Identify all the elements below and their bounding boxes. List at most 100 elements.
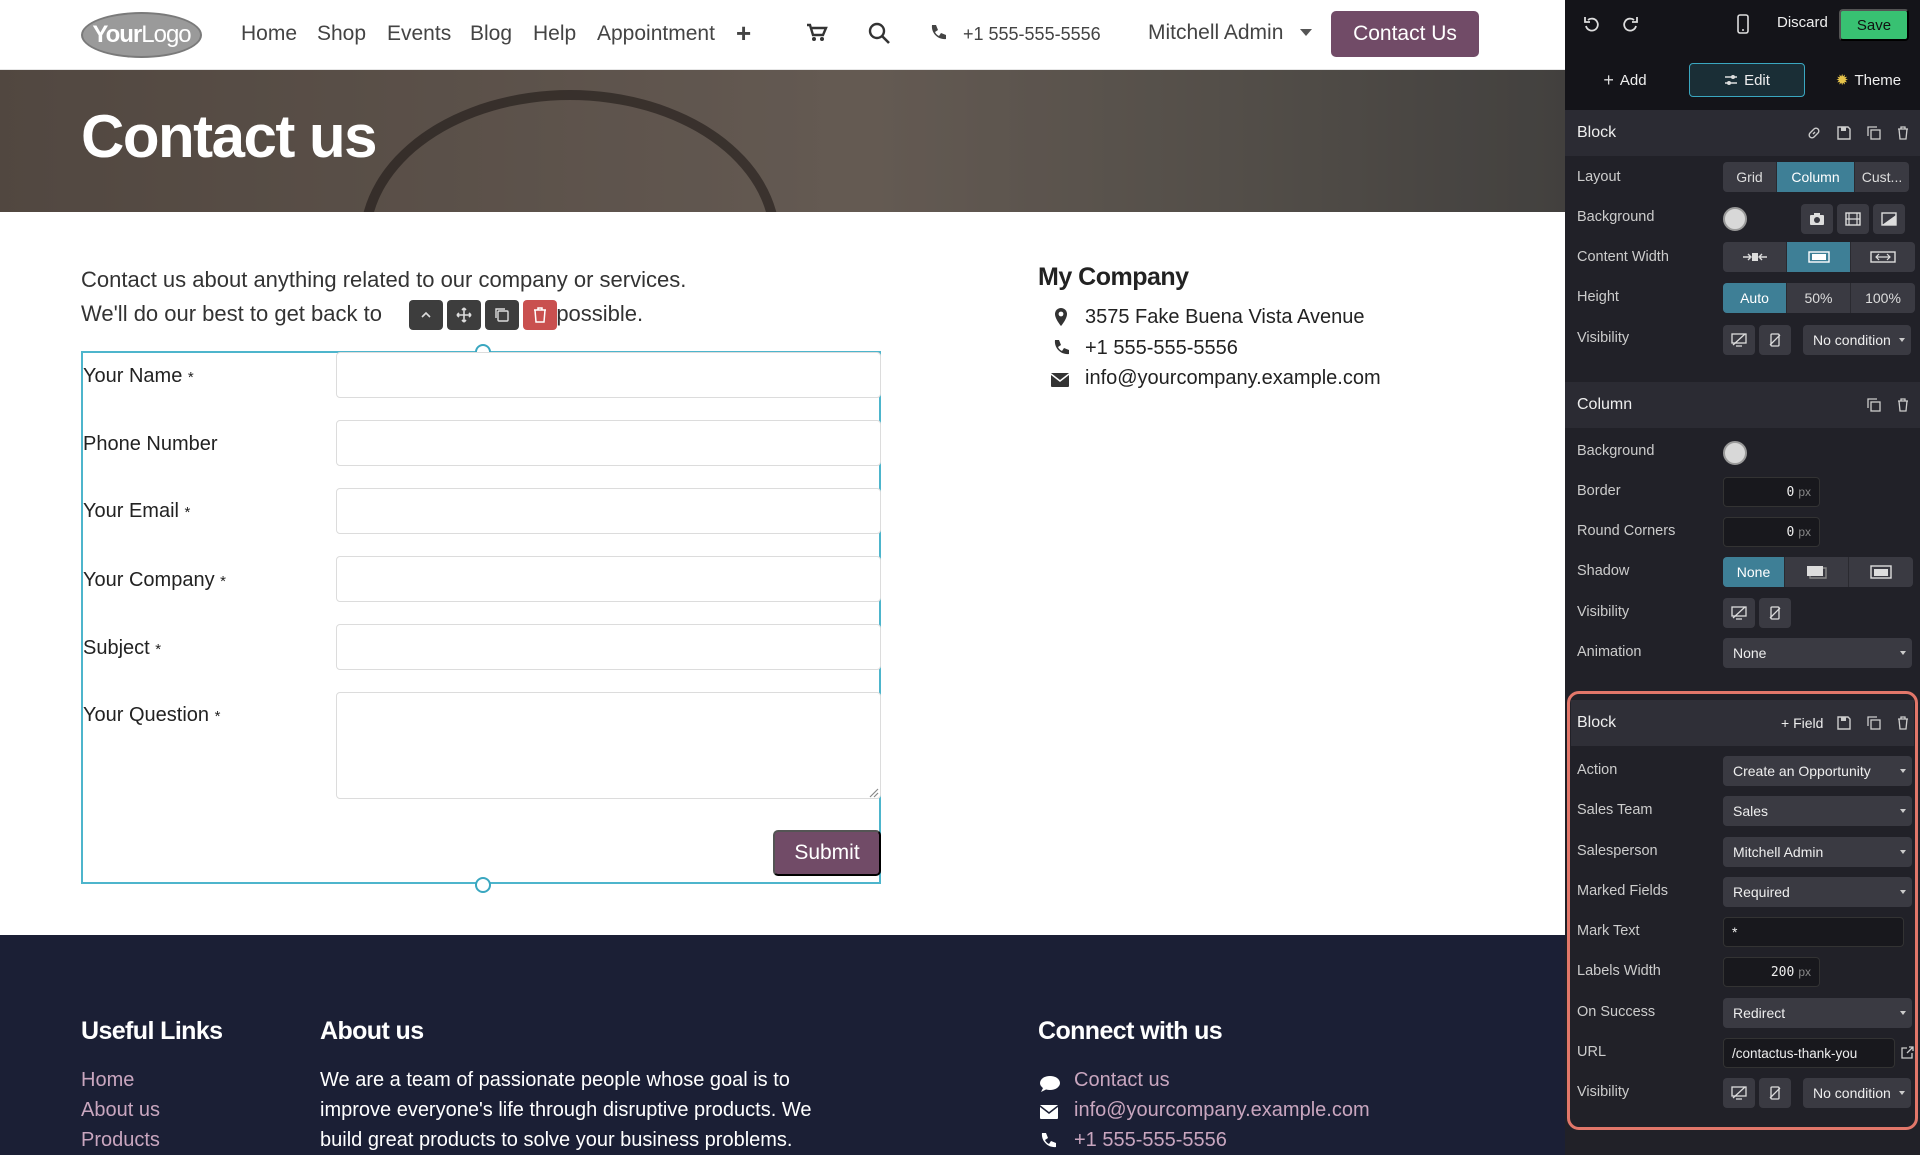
your-name-input[interactable] bbox=[336, 352, 881, 398]
discard-button[interactable]: Discard bbox=[1777, 14, 1828, 31]
form-hide-desktop-button[interactable] bbox=[1723, 1078, 1755, 1108]
delete-block-button[interactable] bbox=[523, 300, 557, 330]
shadow-outset-option[interactable] bbox=[1785, 557, 1849, 587]
on-success-label: On Success bbox=[1577, 1004, 1656, 1020]
background-video-button[interactable] bbox=[1837, 204, 1869, 234]
duplicate-block-button[interactable] bbox=[485, 300, 519, 330]
marked-fields-select[interactable]: Required bbox=[1723, 877, 1912, 907]
nav-link-blog[interactable]: Blog bbox=[470, 21, 512, 47]
tab-add[interactable]: + Add bbox=[1593, 63, 1657, 97]
column-background-color-picker[interactable] bbox=[1723, 441, 1747, 465]
drag-handle-button[interactable] bbox=[447, 300, 481, 330]
move-up-button[interactable] bbox=[409, 300, 443, 330]
company-phone[interactable]: +1 555-555-5556 bbox=[1085, 337, 1238, 360]
background-color-picker[interactable] bbox=[1723, 207, 1747, 231]
layout-custom-option[interactable]: Cust... bbox=[1855, 162, 1909, 192]
link-icon[interactable] bbox=[1807, 126, 1821, 140]
trash-icon[interactable] bbox=[1897, 398, 1909, 412]
footer-link-about-us[interactable]: About us bbox=[81, 1099, 160, 1122]
phone-number-input[interactable] bbox=[336, 420, 881, 466]
your-question-textarea[interactable] bbox=[336, 692, 881, 799]
chevron-down-icon[interactable] bbox=[1300, 29, 1312, 36]
hide-mobile-button[interactable] bbox=[1759, 325, 1791, 355]
height-50-option[interactable]: 50% bbox=[1787, 283, 1851, 313]
cart-icon[interactable] bbox=[806, 23, 828, 43]
redirect-url-input[interactable]: /contactus-thank-you bbox=[1723, 1038, 1895, 1068]
nav-link-home[interactable]: Home bbox=[241, 21, 297, 47]
border-width-input[interactable]: 0 px bbox=[1723, 477, 1820, 507]
column-hide-mobile-button[interactable] bbox=[1759, 598, 1791, 628]
visibility-condition-select[interactable]: No condition bbox=[1803, 325, 1911, 355]
textarea-resize-grip-icon[interactable] bbox=[867, 786, 879, 798]
shadow-inset-option[interactable] bbox=[1849, 557, 1913, 587]
height-label: Height bbox=[1577, 289, 1619, 305]
nav-phone-number[interactable]: +1 555-555-5556 bbox=[963, 24, 1101, 45]
contact-us-button[interactable]: Contact Us bbox=[1331, 11, 1479, 57]
form-visibility-condition-select[interactable]: No condition bbox=[1803, 1078, 1911, 1108]
footer-email-link[interactable]: info@yourcompany.example.com bbox=[1074, 1099, 1370, 1122]
background-gradient-button[interactable] bbox=[1873, 204, 1905, 234]
sales-team-select[interactable]: Sales bbox=[1723, 796, 1912, 826]
footer-link-home[interactable]: Home bbox=[81, 1069, 134, 1092]
labels-width-label: Labels Width bbox=[1577, 963, 1661, 979]
contact-form[interactable]: Your Name * Phone Number Your Email * Yo… bbox=[81, 344, 881, 893]
user-menu[interactable]: Mitchell Admin bbox=[1148, 21, 1283, 45]
content-width-full-option[interactable] bbox=[1851, 242, 1915, 272]
form-hide-mobile-button[interactable] bbox=[1759, 1078, 1791, 1108]
save-snippet-icon[interactable] bbox=[1837, 716, 1851, 730]
mobile-preview-icon[interactable] bbox=[1737, 14, 1749, 34]
footer-contact-us-link[interactable]: Contact us bbox=[1074, 1069, 1170, 1092]
column-visibility-label: Visibility bbox=[1577, 604, 1630, 620]
nav-link-events[interactable]: Events bbox=[387, 21, 451, 47]
layout-column-option[interactable]: Column bbox=[1777, 162, 1855, 192]
trash-icon[interactable] bbox=[1897, 126, 1909, 140]
nav-link-appointment[interactable]: Appointment bbox=[597, 21, 715, 47]
labels-width-input[interactable]: 200 px bbox=[1723, 957, 1820, 987]
footer-link-products[interactable]: Products bbox=[81, 1129, 160, 1152]
animation-select[interactable]: None bbox=[1723, 638, 1912, 668]
column-hide-desktop-button[interactable] bbox=[1723, 598, 1755, 628]
nav-link-help[interactable]: Help bbox=[533, 21, 576, 47]
label-your-question: Your Question * bbox=[83, 704, 221, 726]
submit-button[interactable]: Submit bbox=[773, 830, 881, 876]
copy-icon[interactable] bbox=[1867, 716, 1881, 730]
add-menu-plus-icon[interactable]: + bbox=[736, 19, 751, 47]
height-auto-option[interactable]: Auto bbox=[1723, 283, 1787, 313]
external-link-icon[interactable] bbox=[1901, 1046, 1914, 1059]
action-label: Action bbox=[1577, 762, 1618, 778]
your-company-input[interactable] bbox=[336, 556, 881, 602]
nav-link-shop[interactable]: Shop bbox=[317, 21, 366, 47]
your-email-input[interactable] bbox=[336, 488, 881, 534]
redo-icon[interactable] bbox=[1623, 16, 1639, 32]
trash-icon[interactable] bbox=[1897, 716, 1909, 730]
add-field-button[interactable]: + Field bbox=[1781, 715, 1823, 731]
action-select[interactable]: Create an Opportunity bbox=[1723, 756, 1912, 786]
save-snippet-icon[interactable] bbox=[1837, 126, 1851, 140]
content-width-small-option[interactable] bbox=[1723, 242, 1787, 272]
round-corners-input[interactable]: 0 px bbox=[1723, 517, 1820, 547]
mobile-hidden-icon bbox=[1769, 333, 1781, 347]
salesperson-select[interactable]: Mitchell Admin bbox=[1723, 837, 1912, 867]
background-image-button[interactable] bbox=[1801, 204, 1833, 234]
footer-phone-link[interactable]: +1 555-555-5556 bbox=[1074, 1129, 1227, 1152]
shadow-none-option[interactable]: None bbox=[1723, 557, 1785, 587]
company-email[interactable]: info@yourcompany.example.com bbox=[1085, 367, 1381, 390]
on-success-select[interactable]: Redirect bbox=[1723, 998, 1912, 1028]
site-logo[interactable]: Your Logo bbox=[81, 12, 202, 58]
search-icon[interactable] bbox=[867, 21, 891, 45]
save-button[interactable]: Save bbox=[1839, 9, 1909, 41]
content-width-regular-option[interactable] bbox=[1787, 242, 1851, 272]
marked-fields-label: Marked Fields bbox=[1577, 883, 1669, 899]
subject-input[interactable] bbox=[336, 624, 881, 670]
undo-icon[interactable] bbox=[1583, 16, 1599, 32]
footer-connect-title: Connect with us bbox=[1038, 1017, 1223, 1045]
copy-icon[interactable] bbox=[1867, 126, 1881, 140]
layout-grid-option[interactable]: Grid bbox=[1723, 162, 1777, 192]
mark-text-input[interactable]: * bbox=[1723, 917, 1904, 947]
tab-theme[interactable]: ✹ Theme bbox=[1826, 63, 1911, 97]
tab-edit[interactable]: Edit bbox=[1689, 63, 1805, 97]
height-100-option[interactable]: 100% bbox=[1851, 283, 1915, 313]
copy-icon[interactable] bbox=[1867, 398, 1881, 412]
hide-desktop-button[interactable] bbox=[1723, 325, 1755, 355]
resize-handle-bottom[interactable] bbox=[475, 877, 491, 893]
